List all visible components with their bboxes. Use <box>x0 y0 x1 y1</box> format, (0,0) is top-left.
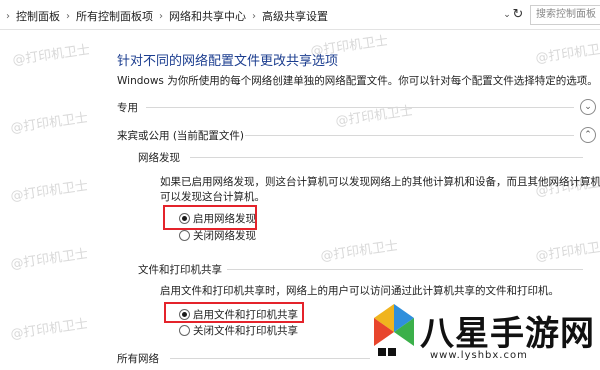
disable-file-printer-sharing-option[interactable]: 关闭文件和打印机共享 <box>179 323 298 337</box>
search-input[interactable]: 搜索控制面板 <box>530 5 600 25</box>
radio-unselected[interactable] <box>179 229 190 241</box>
watermark: @打印机卫士 <box>9 316 89 343</box>
breadcrumb-advanced-sharing[interactable]: 高级共享设置 <box>262 8 328 24</box>
file-printer-sharing-heading: 文件和打印机共享 <box>138 264 222 276</box>
radio-unselected[interactable] <box>179 324 190 336</box>
watermark: @打印机卫士 <box>9 246 89 273</box>
watermark: @打印机卫士 <box>319 238 399 265</box>
network-discovery-heading: 网络发现 <box>138 152 180 164</box>
page-title: 针对不同的网络配置文件更改共享选项 <box>117 54 339 69</box>
divider <box>170 358 370 359</box>
disable-network-discovery-option[interactable]: 关闭网络发现 <box>179 228 256 242</box>
watermark: @打印机卫士 <box>9 178 89 205</box>
breadcrumb-sep-icon: › <box>6 10 10 22</box>
breadcrumb-control-panel[interactable]: 控制面板 <box>16 8 60 24</box>
network-discovery-description: 如果已启用网络发现，则这台计算机可以发现网络上的其他计算机和设备，而且其他网络计… <box>160 175 600 205</box>
chevron-down-icon: ⌄ <box>584 102 592 112</box>
breadcrumb-sep-icon: › <box>66 10 70 22</box>
watermark: @打印机卫士 <box>11 42 91 69</box>
private-section-label[interactable]: 专用 <box>117 100 138 115</box>
chevron-up-icon: ⌃ <box>584 130 592 140</box>
network-discovery-description-line: 如果已启用网络发现，则这台计算机可以发现网络上的其他计算机和设备，而且其他网络计… <box>160 176 600 188</box>
file-printer-sharing-description: 启用文件和打印机共享时，网络上的用户可以访问通过此计算机共享的文件和打印机。 <box>160 285 559 297</box>
watermark: @打印机卫士 <box>534 238 600 265</box>
watermark: @打印机卫士 <box>9 110 89 137</box>
expand-private-button[interactable]: ⌄ <box>580 99 596 115</box>
breadcrumb: › 控制面板 › 所有控制面板项 › 网络和共享中心 › 高级共享设置 <box>6 6 328 26</box>
brand-logo: 八星手游网 www.lyshbx.com <box>370 298 600 370</box>
divider <box>245 135 574 136</box>
divider <box>227 269 583 270</box>
brand-logo-icon <box>374 304 414 356</box>
brand-url: www.lyshbx.com <box>430 350 528 361</box>
all-networks-section-label[interactable]: 所有网络 <box>117 351 159 366</box>
brand-name: 八星手游网 <box>420 314 595 354</box>
watermark: @打印机卫士 <box>334 103 414 130</box>
highlight-box <box>163 205 257 230</box>
page-description: Windows 为你所使用的每个网络创建单独的网络配置文件。你可以针对每个配置文… <box>117 75 598 87</box>
breadcrumb-sep-icon: › <box>252 10 256 22</box>
guest-public-section-label[interactable]: 来宾或公用 (当前配置文件) <box>117 128 244 143</box>
breadcrumb-sep-icon: › <box>159 10 163 22</box>
collapse-public-button[interactable]: ⌃ <box>580 127 596 143</box>
refresh-icon[interactable]: ↻ <box>509 5 527 23</box>
highlight-box <box>164 302 304 323</box>
disable-file-printer-sharing-label: 关闭文件和打印机共享 <box>193 324 298 337</box>
breadcrumb-network-center[interactable]: 网络和共享中心 <box>169 8 246 24</box>
watermark: @打印机卫士 <box>534 40 600 67</box>
network-discovery-description-line: 可以发现这台计算机。 <box>160 191 265 203</box>
address-bar: › 控制面板 › 所有控制面板项 › 网络和共享中心 › 高级共享设置 ⌄ ↻ … <box>0 0 600 30</box>
breadcrumb-all-items[interactable]: 所有控制面板项 <box>76 8 153 24</box>
divider <box>146 107 574 108</box>
divider <box>190 157 583 158</box>
